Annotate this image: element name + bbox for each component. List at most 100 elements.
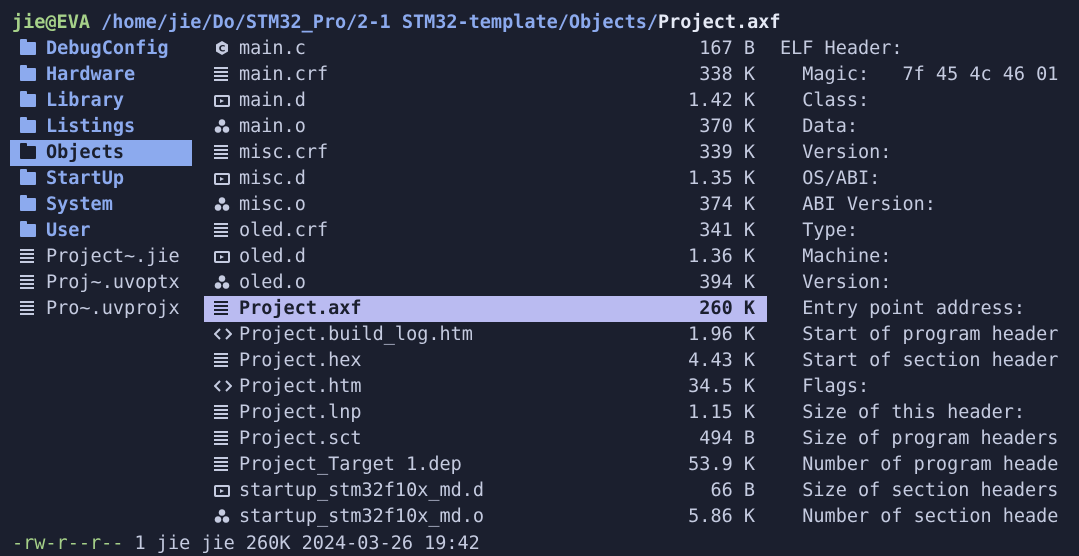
parent-directory-column: DebugConfig Hardware Library Listings Object… — [10, 36, 192, 322]
preview-line: Machine: — [780, 246, 892, 267]
parent-item-proj-uvoptx[interactable]: Proj~.uvoptx — [10, 270, 192, 296]
file-row-main-o[interactable]: main.o 370 K — [204, 114, 767, 140]
parent-item-label: Objects — [46, 142, 124, 163]
dep-file-icon — [214, 88, 238, 114]
parent-item-pro-uvprojx[interactable]: Pro~.uvprojx — [10, 296, 192, 322]
file-size: 1.35 K — [688, 168, 755, 189]
file-row-project-target-1-dep[interactable]: Project_Target 1.dep 53.9 K — [204, 452, 767, 478]
parent-item-label: Hardware — [46, 64, 136, 85]
text-file-icon — [214, 348, 238, 374]
file-size: 53.9 K — [688, 454, 755, 475]
c-source-icon: C — [214, 36, 238, 62]
parent-item-user[interactable]: User — [10, 218, 192, 244]
file-row-project-hex[interactable]: Project.hex 4.43 K — [204, 348, 767, 374]
file-row-oled-d[interactable]: oled.d 1.36 K — [204, 244, 767, 270]
text-file-icon — [20, 244, 46, 270]
preview-line: Magic: 7f 45 4c 46 01 — [780, 64, 1059, 85]
parent-item-label: Pro~.uvprojx — [46, 298, 180, 319]
text-file-icon — [20, 296, 46, 322]
preview-line: ELF Header: — [780, 38, 903, 59]
text-file-icon — [214, 140, 238, 166]
file-row-project-build-log-htm[interactable]: Project.build_log.htm 1.96 K — [204, 322, 767, 348]
file-name: Project.build_log.htm — [239, 324, 473, 345]
file-size: 1.96 K — [688, 324, 755, 345]
file-row-project-axf[interactable]: Project.axf 260 K — [204, 296, 767, 322]
parent-item-listings[interactable]: Listings — [10, 114, 192, 140]
parent-item-system[interactable]: System — [10, 192, 192, 218]
file-name: oled.o — [239, 272, 306, 293]
file-name: misc.crf — [239, 142, 329, 163]
file-row-startup-stm32f10x-md-o[interactable]: startup_stm32f10x_md.o 5.86 K — [204, 504, 767, 530]
file-row-misc-o[interactable]: misc.o 374 K — [204, 192, 767, 218]
file-size: 5.86 K — [688, 506, 755, 527]
file-size: 338 K — [699, 64, 755, 85]
file-list-column: Cmain.c 167 Bmain.crf 338 Kmain.d 1.42 Kmai… — [204, 36, 767, 530]
parent-item-label: User — [46, 220, 91, 241]
parent-item-label: Project~.jie — [46, 246, 180, 267]
preview-line: Flags: — [780, 376, 870, 397]
object-file-icon — [214, 270, 238, 296]
parent-item-library[interactable]: Library — [10, 88, 192, 114]
file-name: Project.lnp — [239, 402, 362, 423]
code-icon — [213, 374, 238, 400]
file-row-main-crf[interactable]: main.crf 338 K — [204, 62, 767, 88]
folder-icon — [20, 88, 46, 114]
parent-item-project-jie[interactable]: Project~.jie — [10, 244, 192, 270]
file-row-project-lnp[interactable]: Project.lnp 1.15 K — [204, 400, 767, 426]
parent-item-hardware[interactable]: Hardware — [10, 62, 192, 88]
preview-line: Size of section headers — [780, 480, 1059, 501]
preview-line: Size of program headers — [780, 428, 1059, 449]
preview-line: Number of section heade — [780, 506, 1059, 527]
file-name: oled.crf — [239, 220, 329, 241]
file-size: 34.5 K — [688, 376, 755, 397]
file-row-main-d[interactable]: main.d 1.42 K — [204, 88, 767, 114]
file-name: Project_Target 1.dep — [239, 454, 462, 475]
file-name: Project.htm — [239, 376, 362, 397]
preview-line: OS/ABI: — [780, 168, 881, 189]
parent-item-label: Library — [46, 90, 124, 111]
file-row-project-htm[interactable]: Project.htm 34.5 K — [204, 374, 767, 400]
file-size: 1.36 K — [688, 246, 755, 267]
preview-line: Start of program header — [780, 324, 1059, 345]
preview-line: Version: — [780, 272, 892, 293]
parent-item-debugconfig[interactable]: DebugConfig — [10, 36, 192, 62]
file-size: 4.43 K — [688, 350, 755, 371]
preview-line: Data: — [780, 116, 858, 137]
dep-file-icon — [214, 244, 238, 270]
file-permissions: -rw-r--r-- — [12, 533, 124, 554]
preview-line: Number of program heade — [780, 454, 1059, 475]
file-row-oled-crf[interactable]: oled.crf 341 K — [204, 218, 767, 244]
file-name: Project.axf — [239, 298, 362, 319]
file-size: 374 K — [699, 194, 755, 215]
preview-line: Class: — [780, 90, 870, 111]
file-info: 1 jie jie 260K 2024-03-26 19:42 — [123, 533, 480, 554]
folder-icon — [20, 166, 46, 192]
parent-item-objects[interactable]: Objects — [10, 140, 192, 166]
file-size: 341 K — [699, 220, 755, 241]
object-file-icon — [214, 192, 238, 218]
current-path: /home/jie/Do/STM32_Pro/2-1 STM32-templat… — [89, 12, 659, 33]
file-row-project-sct[interactable]: Project.sct 494 B — [204, 426, 767, 452]
preview-line: Size of this header: — [780, 402, 1026, 423]
dep-file-icon — [214, 478, 238, 504]
file-row-misc-d[interactable]: misc.d 1.35 K — [204, 166, 767, 192]
file-row-startup-stm32f10x-md-d[interactable]: startup_stm32f10x_md.d 66 B — [204, 478, 767, 504]
svg-text:C: C — [219, 45, 226, 55]
file-size: 370 K — [699, 116, 755, 137]
file-row-misc-crf[interactable]: misc.crf 339 K — [204, 140, 767, 166]
folder-icon — [20, 192, 46, 218]
preview-line: ABI Version: — [780, 194, 936, 215]
object-file-icon — [214, 114, 238, 140]
dep-file-icon — [214, 166, 238, 192]
file-row-oled-o[interactable]: oled.o 394 K — [204, 270, 767, 296]
file-size: 1.42 K — [688, 90, 755, 111]
parent-item-startup[interactable]: StartUp — [10, 166, 192, 192]
title-bar: jie@EVA /home/jie/Do/STM32_Pro/2-1 STM32… — [12, 10, 781, 36]
folder-icon — [20, 36, 46, 62]
file-row-main-c[interactable]: Cmain.c 167 B — [204, 36, 767, 62]
parent-item-label: Proj~.uvoptx — [46, 272, 180, 293]
file-name: main.d — [239, 90, 306, 111]
file-size: 394 K — [699, 272, 755, 293]
object-file-icon — [214, 504, 238, 530]
file-name: startup_stm32f10x_md.o — [239, 506, 485, 527]
